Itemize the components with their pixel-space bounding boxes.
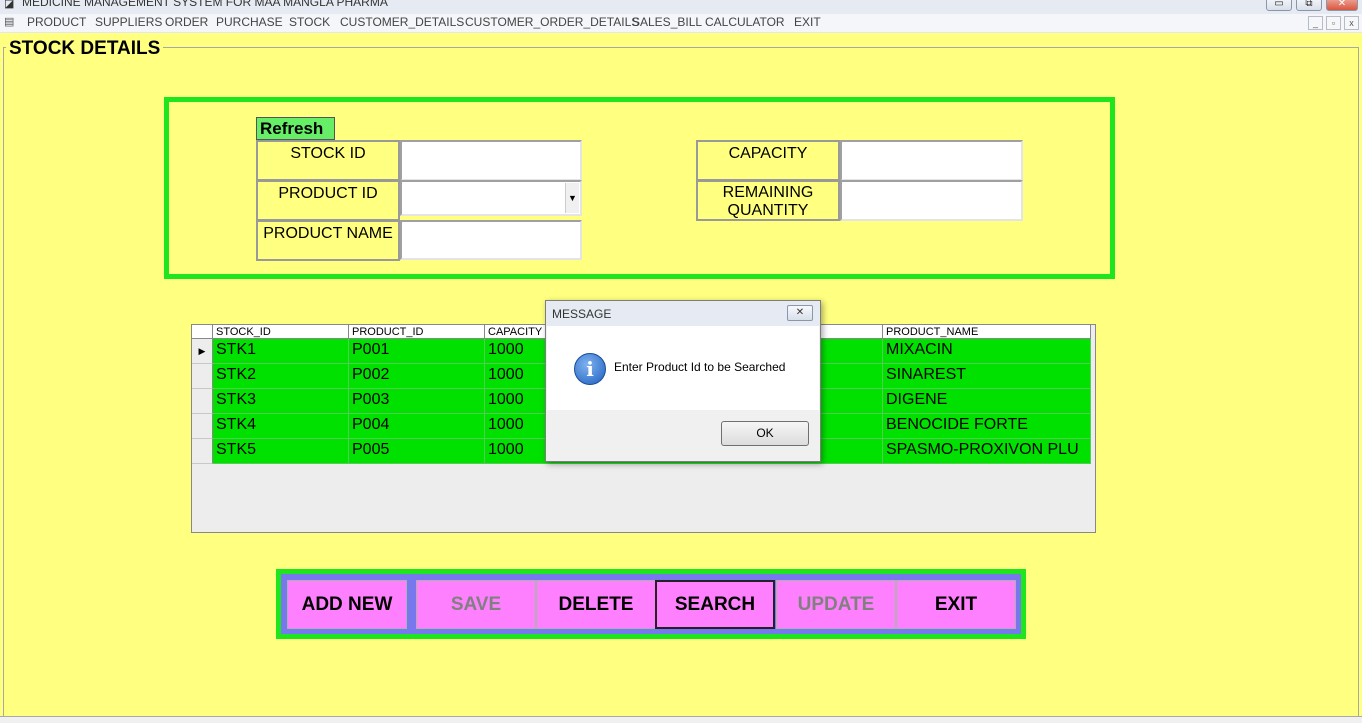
row-selector[interactable] (192, 439, 213, 464)
grid-corner (192, 325, 213, 339)
ok-button[interactable]: OK (721, 421, 809, 446)
dialog-message: Enter Product Id to be Searched (614, 360, 786, 374)
product-name-field[interactable] (400, 220, 582, 260)
cell-stock-id[interactable]: STK4 (213, 414, 349, 439)
cell-product-id[interactable]: P004 (349, 414, 485, 439)
column-header-product-id[interactable]: PRODUCT_ID (349, 325, 485, 339)
cell-product-id[interactable]: P003 (349, 389, 485, 414)
status-bar (0, 716, 1362, 723)
remaining-quantity-label-line2: QUANTITY (727, 202, 809, 219)
mdi-restore-button[interactable]: ▫ (1326, 16, 1341, 30)
restore-button[interactable]: ⧉ (1296, 0, 1322, 11)
remaining-quantity-field[interactable] (840, 180, 1023, 221)
product-id-combo[interactable]: ▼ (400, 180, 582, 216)
add-new-button[interactable]: ADD NEW (287, 580, 407, 629)
cell-product-name[interactable]: BENOCIDE FORTE (883, 414, 1091, 439)
menu-stock[interactable]: STOCK (289, 15, 330, 29)
cell-stock-id[interactable]: STK3 (213, 389, 349, 414)
cell-stock-id[interactable]: STK1 (213, 339, 349, 364)
remaining-quantity-label-line1: REMAINING (722, 184, 814, 201)
app-icon: ◪ (4, 0, 15, 10)
dialog-body: i Enter Product Id to be Searched (547, 326, 819, 410)
menu-sales-bill[interactable]: SALES_BILL (632, 15, 702, 29)
menu-bar: ▤ PRODUCT SUPPLIERS ORDER PURCHASE STOCK… (0, 14, 1362, 33)
cell-product-id[interactable]: P001 (349, 339, 485, 364)
delete-button[interactable]: DELETE (536, 580, 656, 629)
mdi-minimize-button[interactable]: _ (1308, 16, 1323, 30)
column-header-stock-id[interactable]: STOCK_ID (213, 325, 349, 339)
dialog-close-icon[interactable]: ✕ (787, 305, 813, 321)
window-title: MEDICINE MANAGEMENT SYSTEM FOR MAA MANGL… (22, 0, 388, 9)
menu-customer-details[interactable]: CUSTOMER_DETAILS (340, 15, 464, 29)
menu-order[interactable]: ORDER (165, 15, 208, 29)
message-dialog: MESSAGE ✕ i Enter Product Id to be Searc… (545, 300, 821, 462)
dropdown-arrow-icon[interactable]: ▼ (565, 183, 579, 213)
update-button[interactable]: UPDATE (776, 580, 896, 629)
cell-product-name[interactable]: SINAREST (883, 364, 1091, 389)
remaining-quantity-label: REMAINING QUANTITY (696, 180, 840, 221)
title-bar: ◪ MEDICINE MANAGEMENT SYSTEM FOR MAA MAN… (0, 0, 1362, 14)
stock-id-label: STOCK ID (256, 140, 400, 181)
menu-purchase[interactable]: PURCHASE (216, 15, 283, 29)
menu-product[interactable]: PRODUCT (27, 15, 86, 29)
page-title: STOCK DETAILS (6, 38, 164, 60)
dialog-title: MESSAGE (546, 301, 820, 326)
cell-stock-id[interactable]: STK5 (213, 439, 349, 464)
cell-product-id[interactable]: P005 (349, 439, 485, 464)
menu-suppliers[interactable]: SUPPLIERS (95, 15, 162, 29)
product-id-label: PRODUCT ID (256, 180, 400, 221)
menu-exit[interactable]: EXIT (794, 15, 821, 29)
row-selector[interactable] (192, 389, 213, 414)
save-button[interactable]: SAVE (416, 580, 536, 629)
menu-customer-order-details[interactable]: CUSTOMER_ORDER_DETAILS (465, 15, 639, 29)
cell-product-id[interactable]: P002 (349, 364, 485, 389)
info-icon: i (574, 353, 606, 385)
cell-stock-id[interactable]: STK2 (213, 364, 349, 389)
product-name-label: PRODUCT NAME (256, 220, 400, 261)
menu-calculator[interactable]: CALCULATOR (705, 15, 785, 29)
capacity-field[interactable] (840, 140, 1023, 181)
row-selector[interactable] (192, 414, 213, 439)
exit-button[interactable]: EXIT (896, 580, 1016, 629)
cell-product-name[interactable]: DIGENE (883, 389, 1091, 414)
mdi-close-button[interactable]: x (1344, 16, 1359, 30)
cell-product-name[interactable]: SPASMO-PROXIVON PLU (883, 439, 1091, 464)
refresh-button[interactable]: Refresh (256, 117, 335, 140)
capacity-label: CAPACITY (696, 140, 840, 181)
row-selector[interactable] (192, 364, 213, 389)
column-header-product-name[interactable]: PRODUCT_NAME (883, 325, 1091, 339)
stock-id-field[interactable] (400, 140, 582, 181)
close-button[interactable]: ✕ (1326, 0, 1358, 11)
current-row-arrow-icon[interactable]: ▶ (192, 339, 213, 364)
mdi-child-icon[interactable]: ▤ (4, 16, 17, 29)
minimize-button[interactable]: ▭ (1266, 0, 1292, 11)
search-button[interactable]: SEARCH (655, 580, 775, 629)
cell-product-name[interactable]: MIXACIN (883, 339, 1091, 364)
